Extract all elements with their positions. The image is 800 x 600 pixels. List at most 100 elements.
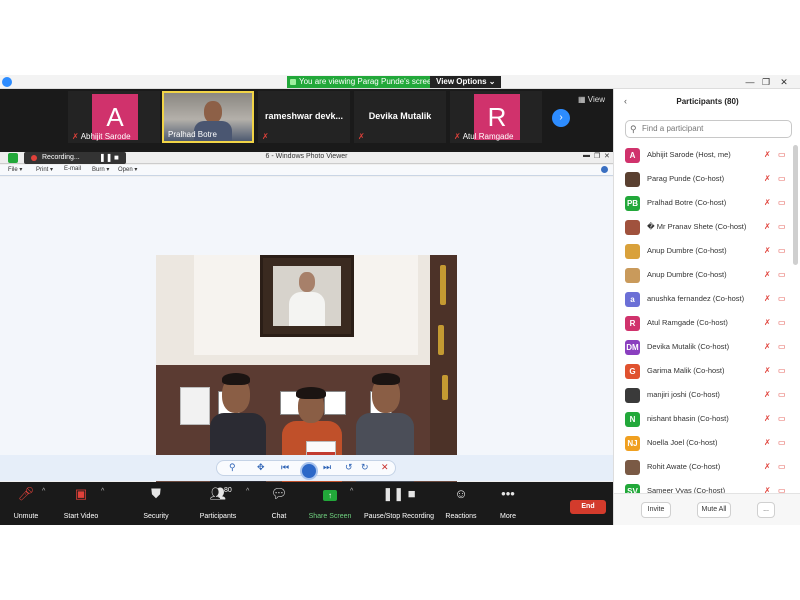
video-off-icon[interactable]: ▭ bbox=[778, 294, 786, 304]
pv-minimize-icon[interactable]: ▬ bbox=[583, 152, 590, 159]
more-options-button[interactable]: ... bbox=[757, 502, 775, 518]
video-off-icon[interactable]: ▭ bbox=[778, 366, 786, 376]
participant-row[interactable]: R Atul Ramgade (Co-host) ✗ ▭ bbox=[614, 313, 800, 335]
chevron-up-icon[interactable]: ^ bbox=[350, 488, 353, 495]
menu-burn[interactable]: Burn ▾ bbox=[92, 166, 109, 173]
participant-row[interactable]: PB Pralhad Botre (Co-host) ✗ ▭ bbox=[614, 193, 800, 215]
video-off-icon[interactable]: ▭ bbox=[778, 222, 786, 232]
video-off-icon[interactable]: ▭ bbox=[778, 318, 786, 328]
chevron-up-icon[interactable]: ^ bbox=[101, 488, 104, 495]
fit-icon[interactable]: ✥ bbox=[257, 462, 265, 473]
view-options-button[interactable]: View Options ⌄ bbox=[430, 76, 502, 88]
framed-portrait bbox=[260, 255, 354, 337]
muted-mic-icon[interactable]: ✗ bbox=[764, 246, 771, 256]
participant-search-input[interactable]: ⚲ Find a participant bbox=[625, 120, 792, 138]
slideshow-button[interactable] bbox=[300, 462, 318, 480]
more-button[interactable]: ••• More bbox=[478, 486, 538, 523]
video-off-icon[interactable]: ▭ bbox=[778, 270, 786, 280]
muted-mic-icon[interactable]: ✗ bbox=[764, 270, 771, 280]
end-meeting-button[interactable]: End bbox=[570, 500, 606, 514]
invite-button[interactable]: Invite bbox=[641, 502, 671, 518]
participant-row[interactable]: G Garima Malik (Co-host) ✗ ▭ bbox=[614, 361, 800, 383]
participants-button[interactable]: 👥︎ 80 ^ Participants bbox=[188, 486, 250, 523]
participant-row[interactable]: A Abhijit Sarode (Host, me) ✗ ▭ bbox=[614, 145, 800, 167]
video-tile-pralhad[interactable]: Pralhad Botre bbox=[162, 91, 254, 143]
menu-print[interactable]: Print ▾ bbox=[36, 166, 53, 173]
pause-stop-recording-button[interactable]: ❚❚ ■ Pause/Stop Recording bbox=[360, 486, 438, 523]
muted-mic-icon[interactable]: ✗ bbox=[764, 390, 771, 400]
menu-file[interactable]: File ▾ bbox=[8, 166, 22, 173]
participant-row[interactable]: NJ Noella Joel (Co-host) ✗ ▭ bbox=[614, 433, 800, 455]
participant-avatar: a bbox=[625, 292, 640, 307]
video-off-icon[interactable]: ▭ bbox=[778, 246, 786, 256]
participant-avatar: N bbox=[625, 412, 640, 427]
pv-restore-icon[interactable]: ❐ bbox=[594, 152, 600, 160]
rotate-right-icon[interactable]: ↻ bbox=[361, 462, 369, 473]
view-label: View bbox=[587, 95, 605, 104]
muted-mic-icon[interactable]: ✗ bbox=[764, 294, 771, 304]
scrollbar[interactable] bbox=[793, 145, 798, 265]
security-button[interactable]: ⛊ Security bbox=[126, 486, 186, 523]
participant-row[interactable]: DM Devika Mutalik (Co-host) ✗ ▭ bbox=[614, 337, 800, 359]
chevron-up-icon[interactable]: ^ bbox=[42, 488, 45, 495]
muted-mic-icon[interactable]: ✗ bbox=[764, 174, 771, 184]
muted-mic-icon[interactable]: ✗ bbox=[764, 342, 771, 352]
menu-open[interactable]: Open ▾ bbox=[118, 166, 137, 173]
pv-close-icon[interactable]: ✕ bbox=[604, 152, 610, 160]
participant-name: Anup Dumbre (Co-host) bbox=[647, 246, 727, 255]
participant-row[interactable]: a anushka fernandez (Co-host) ✗ ▭ bbox=[614, 289, 800, 311]
video-tile-atul[interactable]: R ✗ Atul Ramgade bbox=[450, 91, 542, 143]
video-off-icon[interactable]: ▭ bbox=[778, 390, 786, 400]
video-off-icon[interactable]: ▭ bbox=[778, 462, 786, 472]
muted-mic-icon[interactable]: ✗ bbox=[764, 222, 771, 232]
muted-mic-icon[interactable]: ✗ bbox=[764, 486, 771, 493]
delete-icon[interactable]: ✕ bbox=[381, 462, 389, 473]
participant-row[interactable]: Nnishant bhasin (Co-host) ✗ ▭ bbox=[614, 409, 800, 431]
muted-mic-icon[interactable]: ✗ bbox=[764, 366, 771, 376]
muted-mic-icon[interactable]: ✗ bbox=[764, 462, 771, 472]
next-icon[interactable]: ⏭ bbox=[323, 462, 331, 473]
participant-row[interactable]: Anup Dumbre (Co-host) ✗ ▭ bbox=[614, 241, 800, 263]
video-off-icon[interactable]: ▭ bbox=[778, 174, 786, 184]
video-off-icon[interactable]: ▭ bbox=[778, 342, 786, 352]
video-tile-rameshwar[interactable]: rameshwar devk... ✗ bbox=[258, 91, 350, 143]
muted-mic-icon[interactable]: ✗ bbox=[764, 414, 771, 424]
tile-name-text: Devika Mutalik bbox=[368, 111, 432, 121]
participant-name: Sameer Vyas (Co-host) bbox=[647, 486, 726, 493]
grid-icon: ▦ bbox=[578, 95, 586, 104]
video-off-icon[interactable]: ▭ bbox=[778, 414, 786, 424]
security-label: Security bbox=[143, 513, 169, 520]
minimize-button[interactable]: — bbox=[742, 75, 758, 89]
video-off-icon[interactable]: ▭ bbox=[778, 150, 786, 160]
video-off-icon[interactable]: ▭ bbox=[778, 198, 786, 208]
zoom-icon[interactable]: ⚲ bbox=[229, 462, 236, 473]
video-tile-abhijit[interactable]: A ✗ Abhijit Sarode bbox=[68, 91, 160, 143]
participant-row[interactable]: Parag Punde (Co-host) ✗ ▭ bbox=[614, 169, 800, 191]
participant-row[interactable]: � Mr Pranav Shete (Co-host) ✗ ▭ bbox=[614, 217, 800, 239]
participant-row[interactable]: Rohit Awate (Co-host) ✗ ▭ bbox=[614, 457, 800, 479]
close-window-button[interactable]: ✕ bbox=[776, 75, 792, 89]
help-icon[interactable] bbox=[601, 166, 608, 173]
video-off-icon[interactable]: ▭ bbox=[778, 438, 786, 448]
participant-avatar: SV bbox=[625, 484, 640, 493]
restore-button[interactable]: ❐ bbox=[758, 75, 774, 89]
mute-all-button[interactable]: Mute All bbox=[697, 502, 731, 518]
video-off-icon[interactable]: ▭ bbox=[778, 486, 786, 493]
video-tile-devika[interactable]: Devika Mutalik ✗ bbox=[354, 91, 446, 143]
previous-icon[interactable]: ⏮ bbox=[281, 462, 289, 473]
start-video-button[interactable]: ▣ ^ Start Video bbox=[51, 486, 111, 523]
participant-row[interactable]: manjiri joshi (Co-host) ✗ ▭ bbox=[614, 385, 800, 407]
muted-mic-icon[interactable]: ✗ bbox=[764, 198, 771, 208]
view-button[interactable]: ▦ View bbox=[578, 95, 605, 104]
portrait-mat bbox=[273, 266, 341, 326]
rotate-left-icon[interactable]: ↺ bbox=[345, 462, 353, 473]
menu-email[interactable]: E-mail bbox=[64, 166, 81, 172]
next-page-button[interactable]: › bbox=[552, 109, 570, 127]
participant-row[interactable]: SV Sameer Vyas (Co-host) ✗ ▭ bbox=[614, 481, 800, 493]
muted-mic-icon[interactable]: ✗ bbox=[764, 150, 771, 160]
unmute-button[interactable]: 🎤︎ ^ Unmute bbox=[0, 486, 56, 523]
muted-mic-icon[interactable]: ✗ bbox=[764, 438, 771, 448]
share-screen-button[interactable]: ↑ ^ Share Screen bbox=[300, 486, 360, 523]
muted-mic-icon[interactable]: ✗ bbox=[764, 318, 771, 328]
participant-row[interactable]: Anup Dumbre (Co-host) ✗ ▭ bbox=[614, 265, 800, 287]
